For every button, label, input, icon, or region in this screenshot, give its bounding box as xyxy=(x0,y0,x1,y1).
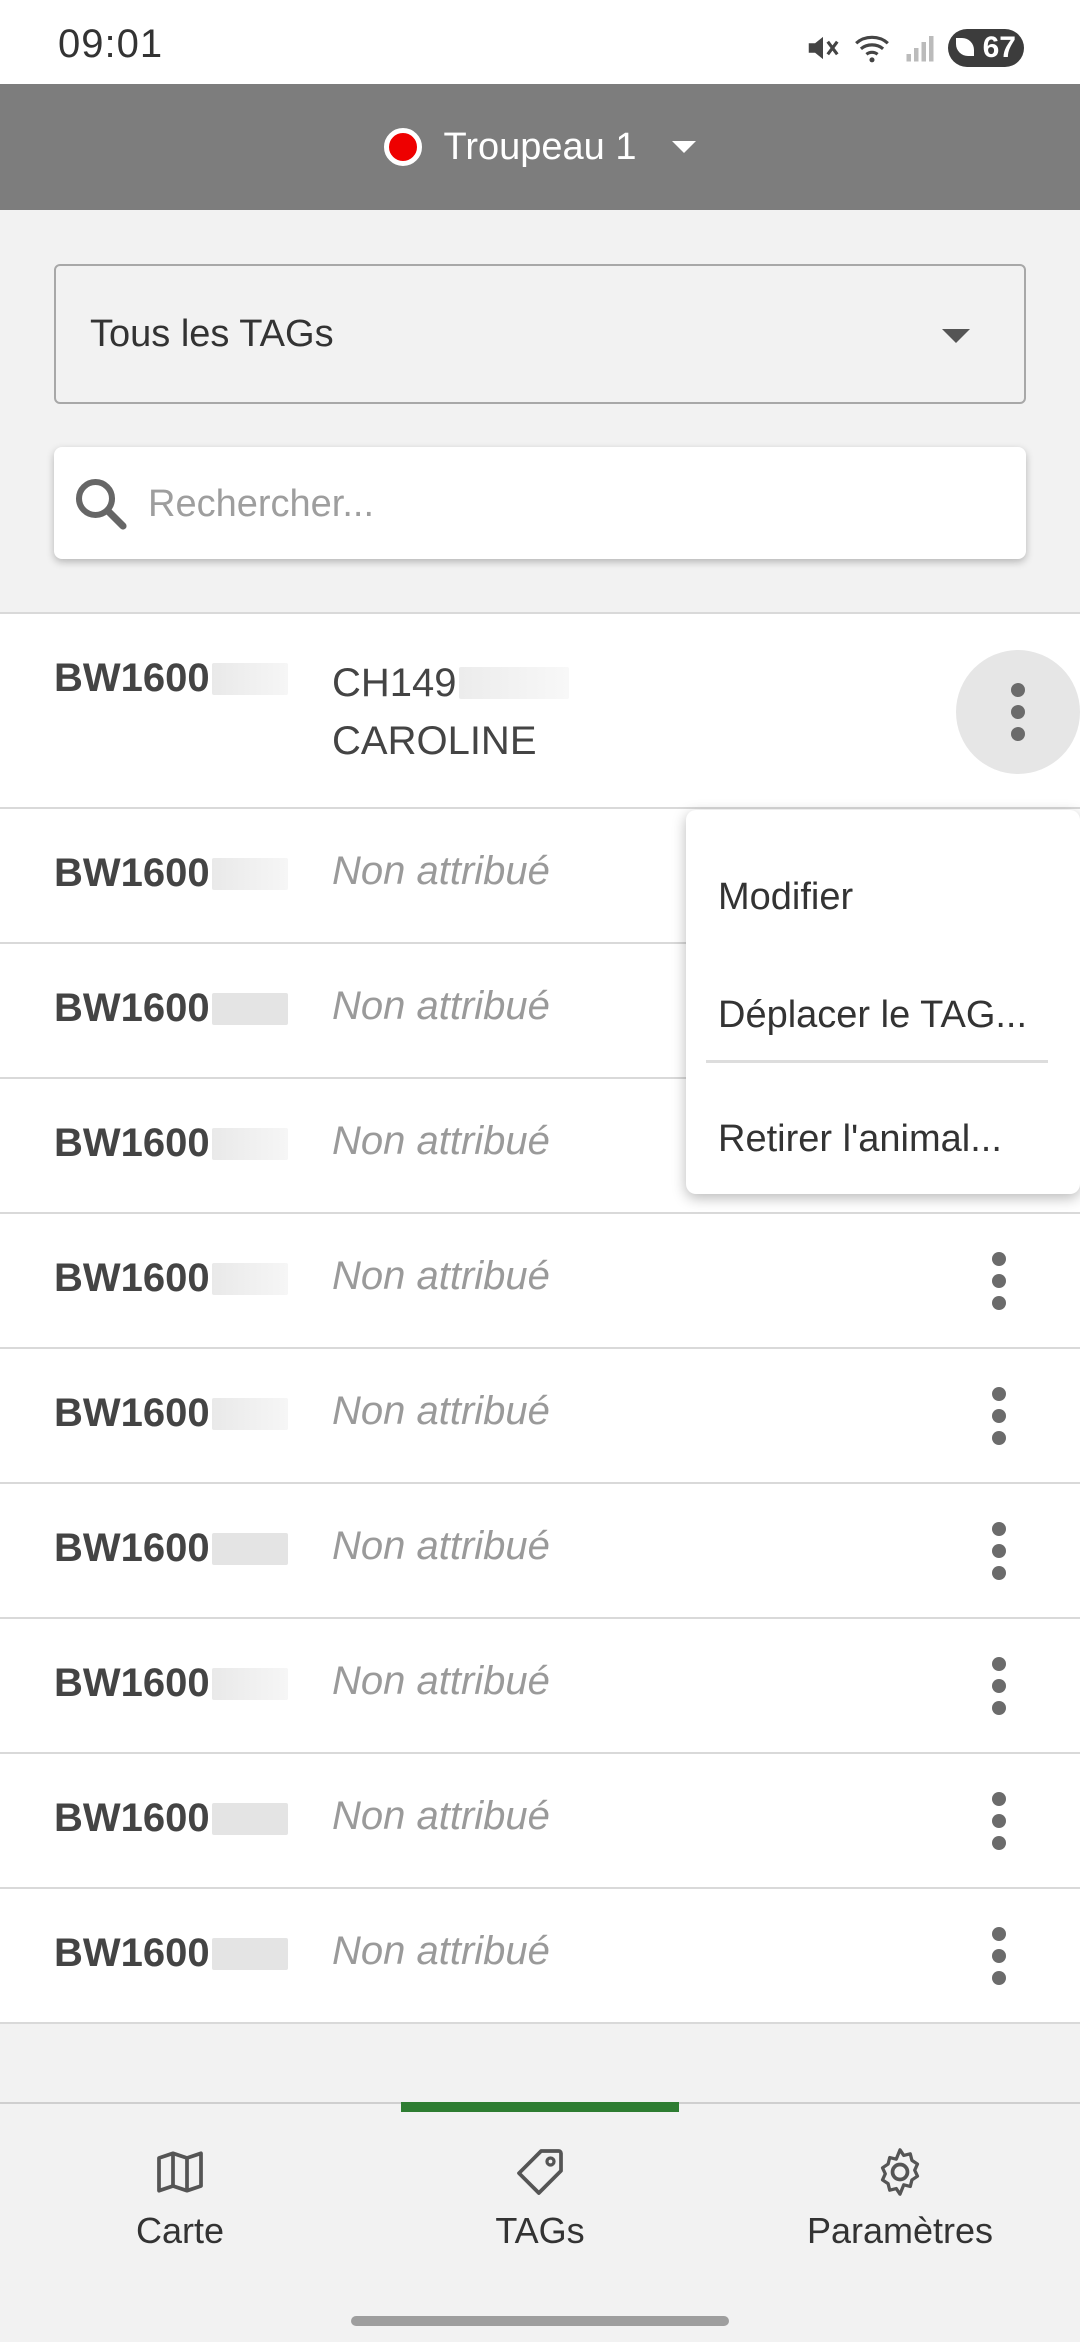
animal-status: Non attribué xyxy=(332,1794,550,1838)
wifi-icon xyxy=(855,35,889,63)
menu-item-remove-animal[interactable]: Retirer l'animal... xyxy=(718,1118,1002,1161)
map-icon xyxy=(157,2151,203,2193)
animal-status: Non attribué xyxy=(332,1119,550,1163)
signal-icon xyxy=(906,36,934,62)
redacted-area xyxy=(211,1532,288,1565)
more-options-icon[interactable] xyxy=(958,1375,1040,1457)
nav-tab-settings[interactable]: Paramètres xyxy=(720,2144,1080,2252)
tag-id-text: BW1600 xyxy=(54,851,210,895)
gear-icon xyxy=(880,2148,920,2196)
nav-tab-tags[interactable]: TAGs xyxy=(360,2144,720,2252)
animal-name: CAROLINE xyxy=(332,719,537,763)
nav-tab-map[interactable]: Carte xyxy=(0,2144,360,2252)
search-input[interactable] xyxy=(146,471,990,537)
more-options-icon[interactable] xyxy=(956,650,1080,774)
redacted-area xyxy=(211,1127,288,1160)
animal-id: CH149 xyxy=(332,661,457,705)
battery-indicator: 67 xyxy=(948,29,1024,67)
redacted-area xyxy=(211,1937,288,1970)
more-options-icon[interactable] xyxy=(958,1510,1040,1592)
animal-status: Non attribué xyxy=(332,984,550,1028)
bottom-navigation: Carte TAGs Paramètres xyxy=(0,2102,1080,2342)
search-bar[interactable] xyxy=(54,447,1026,559)
status-icons: 67 xyxy=(804,28,1024,68)
nav-label-map: Carte xyxy=(135,2210,225,2251)
tag-id-text: BW1600 xyxy=(54,1526,210,1570)
redacted-area xyxy=(211,1397,288,1430)
animal-info: CH149 CAROLINE xyxy=(332,654,569,770)
tag-id-text: BW1600 xyxy=(54,1121,210,1165)
herd-status-dot xyxy=(383,128,422,166)
more-options-icon[interactable] xyxy=(958,1780,1040,1862)
tag-id-text: BW1600 xyxy=(54,986,210,1030)
tag-id-text: BW1600 xyxy=(54,1796,210,1840)
list-item[interactable]: BW1600 Non attribué xyxy=(0,1619,1080,1754)
animal-status: Non attribué xyxy=(332,1659,550,1703)
menu-item-move-tag[interactable]: Déplacer le TAG... xyxy=(718,994,1027,1037)
list-item[interactable]: BW1600 Non attribué xyxy=(0,1214,1080,1349)
redacted-area xyxy=(211,857,288,890)
herd-selector[interactable]: Troupeau 1 xyxy=(0,84,1080,210)
tag-id-text: BW1600 xyxy=(54,1391,210,1435)
menu-divider xyxy=(706,1060,1048,1063)
tag-filter-value: Tous les TAGs xyxy=(90,313,334,355)
mute-icon xyxy=(808,36,839,60)
tag-id-text: BW1600 xyxy=(54,1256,210,1300)
battery-saver-icon xyxy=(956,38,974,56)
list-item[interactable]: BW1600 CH149 CAROLINE xyxy=(0,614,1080,809)
nav-label-tags: TAGs xyxy=(495,2210,585,2251)
list-item[interactable]: BW1600 Non attribué xyxy=(0,1889,1080,2024)
animal-status: Non attribué xyxy=(332,1524,550,1568)
tag-id-text: BW1600 xyxy=(54,656,210,700)
animal-status: Non attribué xyxy=(332,1254,550,1298)
search-icon xyxy=(75,478,127,530)
battery-level: 67 xyxy=(982,31,1016,64)
list-item[interactable]: BW1600 Non attribué xyxy=(0,1484,1080,1619)
redacted-area xyxy=(211,1667,288,1700)
menu-item-edit[interactable]: Modifier xyxy=(718,876,853,919)
active-tab-indicator xyxy=(401,2102,679,2112)
redacted-area xyxy=(211,1802,288,1835)
more-options-icon[interactable] xyxy=(958,1645,1040,1727)
list-item[interactable]: BW1600 Non attribué xyxy=(0,1349,1080,1484)
list-item[interactable]: BW1600 Non attribué xyxy=(0,1754,1080,1889)
home-indicator[interactable] xyxy=(351,2316,729,2326)
redacted-area xyxy=(211,992,288,1025)
animal-status: Non attribué xyxy=(332,849,550,893)
tag-id-text: BW1600 xyxy=(54,1661,210,1705)
more-options-icon[interactable] xyxy=(958,1240,1040,1322)
animal-status: Non attribué xyxy=(332,1389,550,1433)
dropdown-arrow-icon xyxy=(942,329,970,343)
context-menu: Modifier Déplacer le TAG... Retirer l'an… xyxy=(686,810,1080,1194)
tag-icon xyxy=(517,2149,563,2195)
redacted-area xyxy=(211,662,288,695)
tag-filter-dropdown[interactable]: Tous les TAGs xyxy=(54,264,1026,404)
animal-status: Non attribué xyxy=(332,1929,550,1973)
herd-name: Troupeau 1 xyxy=(443,125,637,168)
status-time: 09:01 xyxy=(58,22,164,66)
nav-label-settings: Paramètres xyxy=(806,2210,994,2251)
more-options-icon[interactable] xyxy=(958,1915,1040,1997)
status-bar: 09:01 67 xyxy=(0,0,1080,84)
tag-id: BW1600 xyxy=(54,656,288,701)
app-bar: Troupeau 1 xyxy=(0,84,1080,210)
chevron-down-icon xyxy=(672,141,697,153)
redacted-area xyxy=(458,667,569,699)
redacted-area xyxy=(211,1262,288,1295)
tag-id-text: BW1600 xyxy=(54,1931,210,1975)
